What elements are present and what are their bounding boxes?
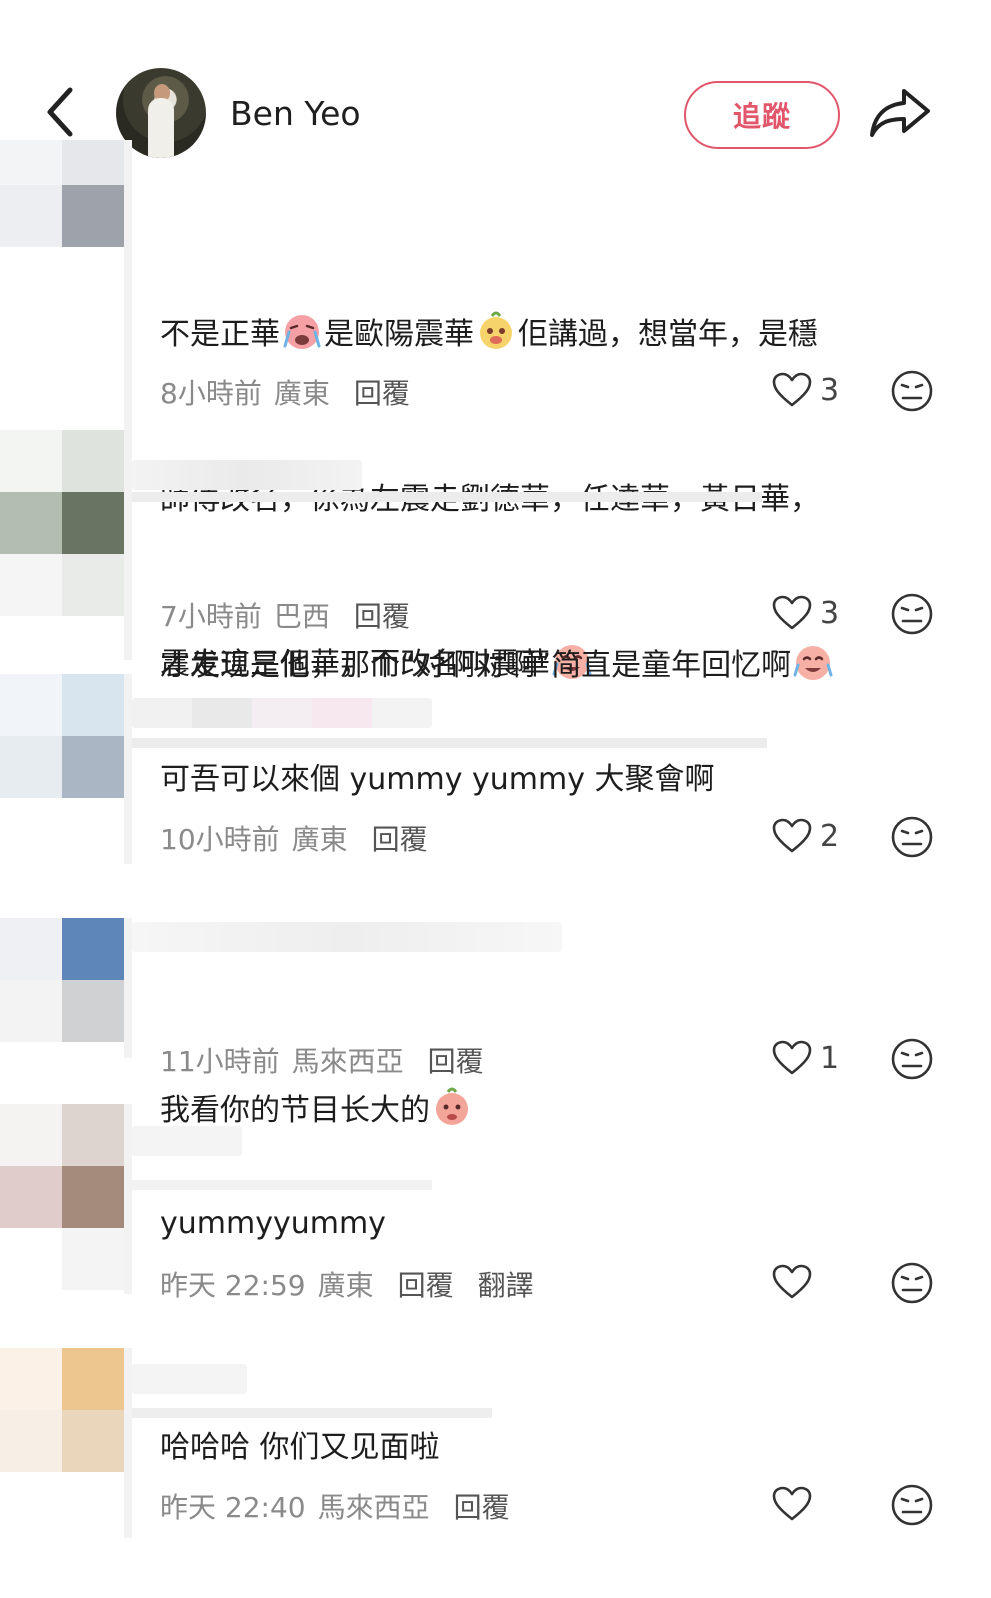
heart-icon xyxy=(772,1040,812,1075)
comment-time: 昨天 22:40 xyxy=(160,1491,306,1524)
comment-location: 馬來西亞 xyxy=(291,1045,404,1078)
like-button[interactable]: 2 xyxy=(772,818,839,854)
reply-button[interactable]: 回覆 xyxy=(398,1264,454,1304)
dislike-button[interactable] xyxy=(890,1483,934,1527)
commenter-avatar[interactable] xyxy=(0,1348,124,1472)
commenter-avatar[interactable] xyxy=(0,140,124,264)
comment-time: 8小時前 xyxy=(160,377,262,410)
reply-button[interactable]: 回覆 xyxy=(372,818,428,858)
share-arrow-icon xyxy=(870,89,930,137)
comment-item: yummyyummy 昨天 22:59 廣東 回覆 翻譯 xyxy=(0,1104,991,1324)
like-count: 3 xyxy=(820,372,840,408)
comment-text: 可吾可以來個 yummy yummy 大聚會啊 xyxy=(160,762,715,797)
profile-username[interactable]: Ben Yeo xyxy=(230,94,361,133)
comment-item: 我看你的节目长大的 11小時前 馬來西亞 回覆 1 xyxy=(0,918,991,1128)
comment-item: 不是正華是歐陽震華佢講過，想當年，是穩 師傅改名，係為左震走劉德華，任達華，黃日… xyxy=(0,140,991,682)
like-count: 3 xyxy=(820,595,840,631)
back-button[interactable] xyxy=(38,82,86,142)
reply-button[interactable]: 回覆 xyxy=(354,595,410,635)
dislike-face-icon xyxy=(891,1484,933,1526)
comment-text: 哈哈哈 你们又见面啦 xyxy=(160,1430,440,1465)
dislike-button[interactable] xyxy=(890,1261,934,1305)
like-button[interactable]: 3 xyxy=(772,372,839,408)
chevron-left-icon xyxy=(47,87,73,137)
comment-location: 馬來西亞 xyxy=(317,1491,430,1524)
dislike-face-icon xyxy=(891,1038,933,1080)
heart-icon xyxy=(772,1486,812,1521)
translate-button[interactable]: 翻譯 xyxy=(478,1264,534,1304)
dislike-face-icon xyxy=(891,816,933,858)
dislike-button[interactable] xyxy=(890,815,934,859)
like-button[interactable]: 1 xyxy=(772,1040,839,1076)
like-count: 2 xyxy=(820,818,840,854)
dislike-face-icon xyxy=(891,593,933,635)
share-button[interactable] xyxy=(866,85,932,141)
comment-time: 昨天 22:59 xyxy=(160,1269,306,1302)
comment-location: 廣東 xyxy=(317,1269,374,1302)
comment-item: 哈哈哈 你们又见面啦 昨天 22:40 馬來西亞 回覆 xyxy=(0,1348,991,1568)
comment-location: 廣東 xyxy=(291,823,348,856)
heart-icon xyxy=(772,595,812,630)
like-button[interactable]: 3 xyxy=(772,595,839,631)
follow-button[interactable]: 追蹤 xyxy=(684,81,840,149)
commenter-avatar[interactable] xyxy=(0,674,124,798)
dislike-button[interactable] xyxy=(890,592,934,636)
commenter-avatar[interactable] xyxy=(0,1104,124,1290)
dislike-face-icon xyxy=(891,1262,933,1304)
like-button[interactable] xyxy=(772,1264,812,1300)
dislike-face-icon xyxy=(891,370,933,412)
heart-icon xyxy=(772,372,812,407)
comment-time: 7小時前 xyxy=(160,600,262,633)
crying-face-icon xyxy=(283,315,321,349)
heart-icon xyxy=(772,1264,812,1299)
comment-time: 11小時前 xyxy=(160,1045,280,1078)
dislike-button[interactable] xyxy=(890,1037,934,1081)
comment-item: 才发现是他，那个“对啊对啊”简直是童年回忆啊 7小時前 巴西 回覆 3 xyxy=(0,430,991,683)
comment-time: 10小時前 xyxy=(160,823,280,856)
comment-location: 廣東 xyxy=(273,377,330,410)
reply-button[interactable]: 回覆 xyxy=(454,1486,510,1526)
reply-button[interactable]: 回覆 xyxy=(428,1040,484,1080)
comment-item: 可吾可以來個 yummy yummy 大聚會啊 10小時前 廣東 回覆 2 xyxy=(0,674,991,874)
like-count: 1 xyxy=(820,1040,840,1076)
commenter-avatar[interactable] xyxy=(0,430,124,616)
commenter-avatar[interactable] xyxy=(0,918,124,1042)
like-button[interactable] xyxy=(772,1486,812,1522)
comment-location: 巴西 xyxy=(273,600,330,633)
dislike-button[interactable] xyxy=(890,369,934,413)
comment-text: yummyyummy xyxy=(160,1206,386,1241)
heart-icon xyxy=(772,818,812,853)
sly-face-icon xyxy=(480,311,512,349)
reply-button[interactable]: 回覆 xyxy=(354,372,410,412)
